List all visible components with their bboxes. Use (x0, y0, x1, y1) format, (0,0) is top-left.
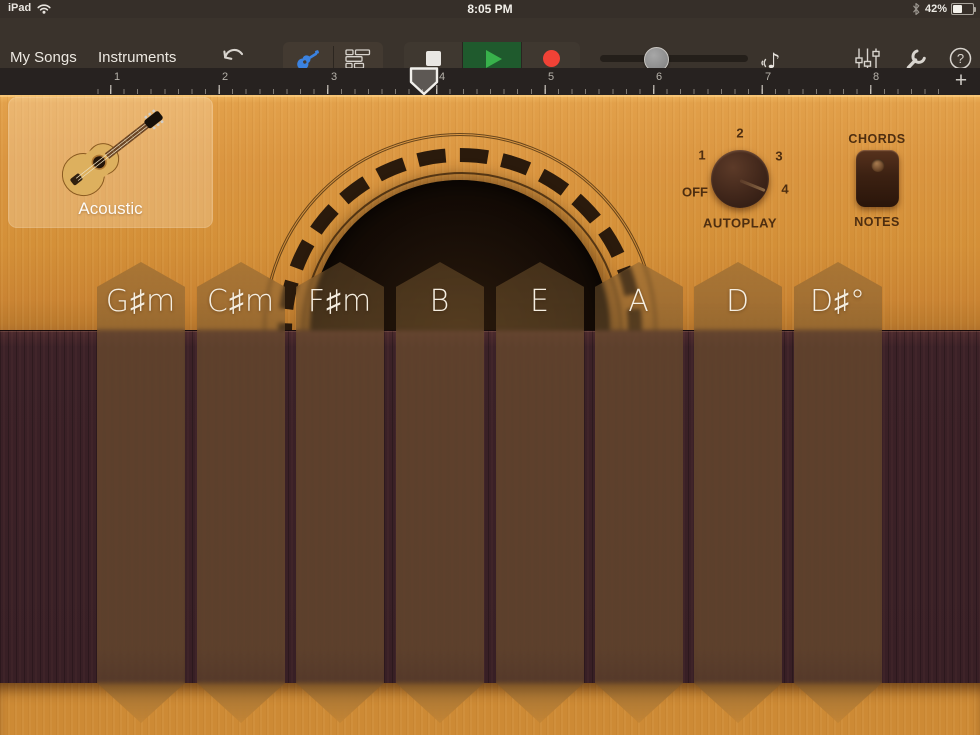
bar-number: 3 (331, 71, 337, 83)
volume-slider[interactable] (600, 55, 748, 62)
autoplay-knob[interactable] (711, 150, 769, 208)
chord-strip-csharp-minor[interactable]: C♯m (197, 262, 285, 723)
acoustic-guitar-image (34, 95, 189, 210)
chord-label: D♯° (794, 284, 882, 319)
my-songs-button[interactable]: My Songs (10, 49, 77, 66)
autoplay-knob-pointer (739, 179, 765, 192)
switch-indicator-dot (871, 159, 884, 172)
record-icon (543, 50, 560, 67)
chord-strip-d[interactable]: D (694, 262, 782, 723)
help-icon[interactable]: ? (949, 47, 972, 70)
chord-label: A (595, 284, 683, 319)
svg-text:?: ? (957, 51, 964, 66)
playhead[interactable] (408, 66, 440, 96)
chord-label: F♯m (296, 284, 384, 319)
chord-label: D (694, 284, 782, 319)
chord-label: B (396, 284, 484, 319)
guitar-body: Acoustic OFF 1 2 3 4 AUTOPLAY CHORDS NOT… (0, 95, 980, 735)
stop-icon (426, 51, 441, 66)
status-bar: iPad 8:05 PM 42% (0, 0, 980, 18)
chord-label: C♯m (197, 284, 285, 319)
instrument-name: Acoustic (8, 199, 213, 219)
chord-strip-a[interactable]: A (595, 262, 683, 723)
bar-number: 7 (765, 71, 771, 83)
autoplay-position-2: 2 (736, 126, 743, 141)
chords-notes-switch[interactable] (856, 150, 899, 207)
guitar-view-icon (294, 48, 322, 70)
bar-number: 8 (873, 71, 879, 83)
chord-strip-e[interactable]: E (496, 262, 584, 723)
chord-strip-dsharp-dim[interactable]: D♯° (794, 262, 882, 723)
bluetooth-icon (911, 2, 921, 16)
autoplay-position-3: 3 (775, 149, 782, 164)
play-icon (486, 50, 502, 68)
chords-label: CHORDS (848, 132, 905, 146)
notes-label: NOTES (854, 215, 900, 229)
bar-number: 6 (656, 71, 662, 83)
battery-percent: 42% (925, 3, 947, 15)
bar-number: 5 (548, 71, 554, 83)
autoplay-position-4: 4 (781, 182, 788, 197)
bar-number: 2 (222, 71, 228, 83)
status-right: 42% (911, 2, 974, 16)
tracks-view-icon (345, 49, 371, 69)
battery-icon (951, 3, 974, 15)
ruler-bar-ticks (96, 85, 950, 94)
garageband-screen: iPad 8:05 PM 42% My S (0, 0, 980, 735)
chord-label: G♯m (97, 284, 185, 319)
chord-strip-fsharp-minor[interactable]: F♯m (296, 262, 384, 723)
clock: 8:05 PM (0, 2, 980, 16)
chord-label: E (496, 284, 584, 319)
instrument-card[interactable]: Acoustic (8, 97, 213, 228)
autoplay-position-off: OFF (682, 185, 708, 200)
add-bars-button[interactable]: + (948, 69, 974, 93)
timeline-ruler[interactable]: 1 2 3 4 5 6 7 8 + (0, 68, 980, 95)
toolbar: My Songs Instruments (0, 18, 980, 68)
autoplay-caption: AUTOPLAY (703, 216, 777, 231)
chord-strip-b[interactable]: B (396, 262, 484, 723)
autoplay-position-1: 1 (698, 148, 705, 163)
bar-number: 1 (114, 71, 120, 83)
instruments-button[interactable]: Instruments (98, 49, 176, 66)
chord-strip-gsharp-minor[interactable]: G♯m (97, 262, 185, 723)
